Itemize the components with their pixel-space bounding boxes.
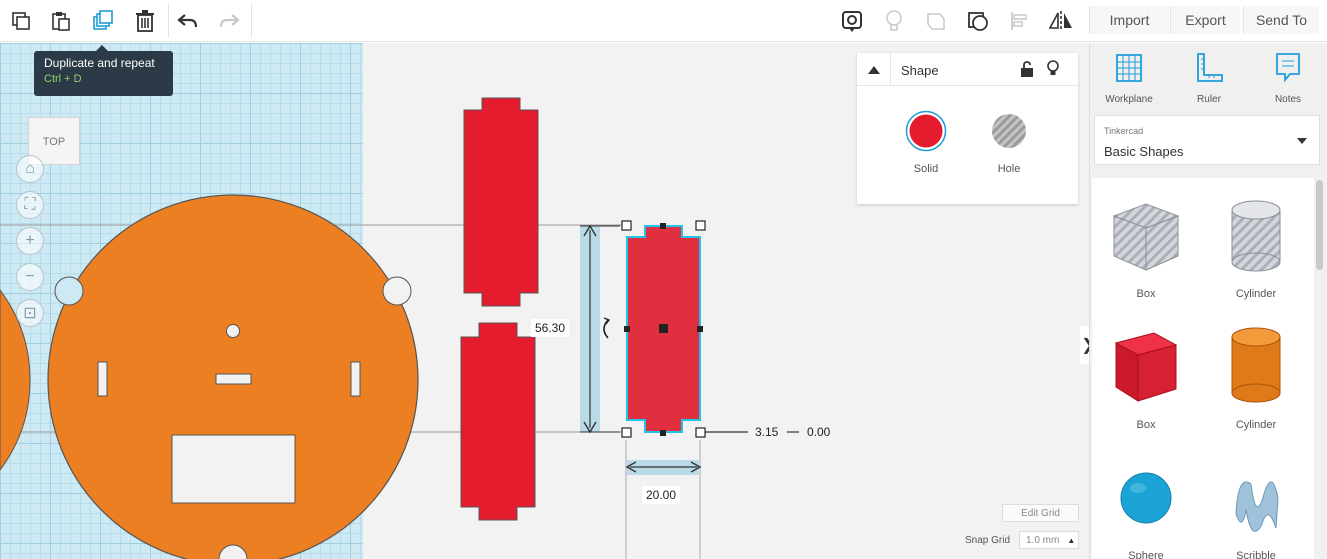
visibility-bulb-icon[interactable] (1046, 60, 1060, 83)
home-view-icon[interactable]: ⌂ (16, 155, 44, 183)
snap-grid-value: 1.0 mm (1026, 534, 1060, 546)
solid-swatch-icon (905, 110, 947, 152)
shapes-list: Box Cylinder Box Cylinder Sphere Scribbl… (1092, 178, 1314, 559)
undo-icon[interactable] (172, 5, 204, 37)
elevation-value[interactable]: 0.00 (803, 423, 834, 441)
ruler-icon (1197, 53, 1223, 82)
shape-label: Box (1136, 288, 1156, 300)
hole-label: Hole (997, 163, 1021, 175)
snap-grid-label: Snap Grid (965, 535, 1011, 546)
notes-label: Notes (1274, 94, 1302, 105)
scribble-icon (1235, 481, 1279, 532)
collapse-inspector-button[interactable] (857, 53, 891, 86)
group-icon[interactable] (962, 5, 994, 37)
duplicate-icon[interactable] (87, 5, 119, 37)
chevron-down-icon (1297, 138, 1307, 144)
mirror-icon[interactable] (1045, 5, 1077, 37)
shapes-scrollbar[interactable] (1316, 180, 1323, 270)
solid-label: Solid (913, 163, 939, 175)
caret-up-icon: ▲ (1067, 535, 1076, 545)
ruler-tool[interactable]: Ruler (1174, 51, 1244, 105)
height-value[interactable]: 56.30 (531, 319, 570, 337)
note-shape-icon[interactable] (920, 5, 952, 37)
shape-inspector: Shape Solid Hole (857, 53, 1078, 204)
import-button[interactable]: Import (1089, 6, 1169, 34)
shape-sphere[interactable]: Sphere (1092, 450, 1200, 559)
send-to-button[interactable]: Send To (1243, 6, 1319, 34)
zoom-out-icon[interactable]: − (16, 263, 44, 291)
notes-icon (1276, 53, 1300, 83)
shape-box-hole[interactable]: Box (1092, 188, 1200, 308)
notes-tool[interactable]: Notes (1253, 51, 1323, 105)
shape-label: Cylinder (1235, 288, 1277, 300)
box-hole-icon (1112, 203, 1180, 271)
shape-label: Scribble (1236, 550, 1276, 559)
lock-icon[interactable] (1020, 61, 1034, 82)
shape-cylinder-hole[interactable]: Cylinder (1202, 188, 1310, 308)
main-toolbar: Import Export Send To (0, 0, 1327, 42)
camera-view-icon[interactable] (836, 5, 868, 37)
edit-grid-button[interactable]: Edit Grid (1002, 504, 1079, 522)
trash-icon[interactable] (129, 5, 161, 37)
hole-option[interactable]: Hole (979, 110, 1039, 175)
shape-label: Cylinder (1235, 419, 1277, 431)
workplane-icon (1116, 54, 1142, 82)
right-panel: Workplane Ruler Notes Tinkercad Basic Sh… (1089, 43, 1327, 559)
width-value[interactable]: 20.00 (642, 486, 681, 504)
caret-up-icon (867, 65, 880, 74)
shape-scribble[interactable]: Scribble (1202, 450, 1310, 559)
box-solid-icon (1114, 332, 1178, 402)
library-name: Basic Shapes (1104, 144, 1184, 159)
fit-view-icon[interactable]: ⛶ (16, 191, 44, 219)
cylinder-hole-icon (1231, 200, 1281, 272)
red-part-upper[interactable] (463, 97, 539, 307)
shape-box-solid[interactable]: Box (1092, 319, 1200, 439)
library-source: Tinkercad (1104, 126, 1144, 136)
paste-icon[interactable] (45, 5, 77, 37)
export-button[interactable]: Export (1170, 6, 1240, 34)
red-part-lower[interactable] (460, 322, 536, 521)
tooltip-shortcut: Ctrl + D (44, 73, 82, 85)
solid-option[interactable]: Solid (896, 110, 956, 175)
view-cube-label: TOP (42, 136, 66, 148)
zoom-in-icon[interactable]: + (16, 227, 44, 255)
shape-cylinder-solid[interactable]: Cylinder (1202, 319, 1310, 439)
workplane-label: Workplane (1105, 94, 1153, 105)
collapse-panel-chevron-icon[interactable]: ❯ (1080, 326, 1089, 364)
shape-library-select[interactable]: Tinkercad Basic Shapes (1094, 115, 1320, 165)
redo-icon[interactable] (213, 5, 245, 37)
cylinder-solid-icon (1231, 327, 1281, 403)
workplane-tool[interactable]: Workplane (1094, 51, 1164, 105)
perspective-icon[interactable]: ⊡ (16, 299, 44, 327)
tooltip-title: Duplicate and repeat (44, 56, 155, 70)
hole-swatch-icon (992, 114, 1026, 148)
shape-label: Sphere (1128, 550, 1164, 559)
align-icon[interactable] (1004, 5, 1036, 37)
snap-grid-select[interactable]: 1.0 mm ▲ (1019, 531, 1079, 549)
orange-plate[interactable] (47, 194, 419, 559)
shape-label: Box (1136, 419, 1156, 431)
offset-value[interactable]: 3.15 (751, 423, 782, 441)
copy-icon[interactable] (5, 5, 37, 37)
light-bulb-icon[interactable] (878, 5, 910, 37)
ruler-label: Ruler (1197, 94, 1221, 105)
sphere-icon (1120, 472, 1172, 524)
inspector-title: Shape (901, 63, 939, 78)
tooltip: Duplicate and repeat Ctrl + D (34, 45, 173, 96)
